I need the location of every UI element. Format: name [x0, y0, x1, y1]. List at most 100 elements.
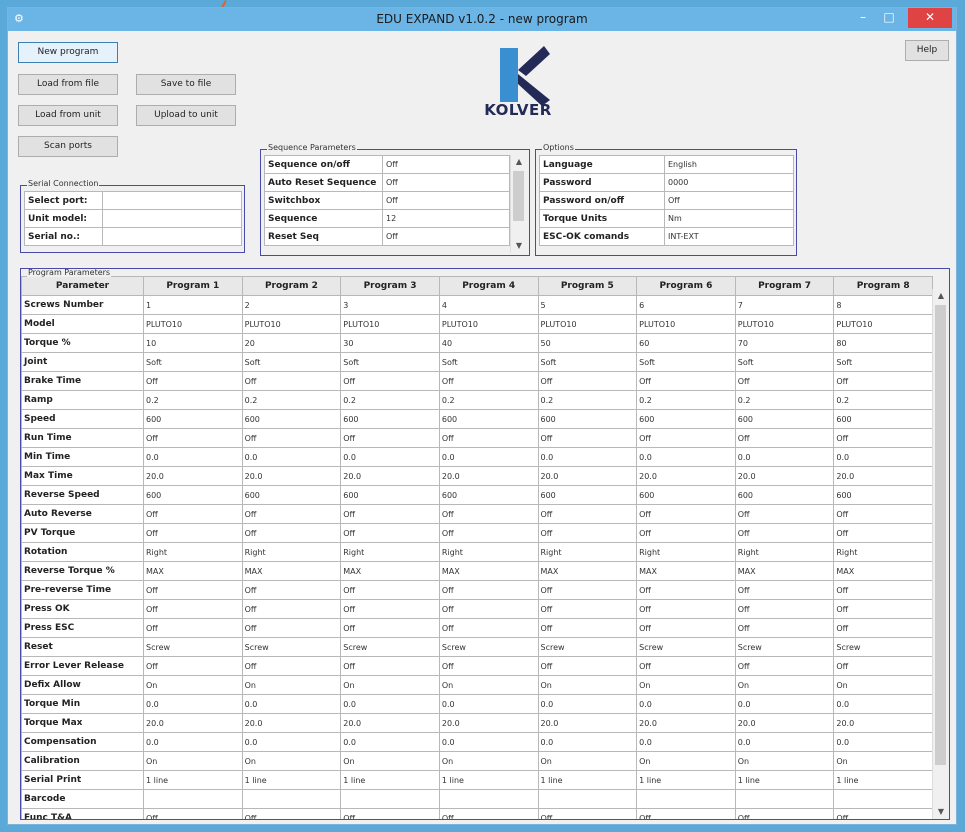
program-cell[interactable]: 0.0: [143, 694, 243, 714]
program-cell[interactable]: Soft: [734, 352, 835, 372]
program-cell[interactable]: Off: [241, 580, 342, 600]
program-cell[interactable]: PLUTO10: [833, 314, 933, 334]
scroll-down-icon[interactable]: ▼: [511, 239, 527, 253]
program-cell[interactable]: Screw: [241, 637, 342, 657]
sequence-scrollbar[interactable]: ▲ ▼: [510, 155, 527, 253]
program-cell[interactable]: 1 line: [143, 770, 243, 790]
program-cell[interactable]: 2: [241, 295, 342, 315]
program-cell[interactable]: 0.0: [833, 694, 933, 714]
program-cell[interactable]: Soft: [636, 352, 736, 372]
program-cell[interactable]: MAX: [537, 561, 638, 581]
program-cell[interactable]: Off: [438, 618, 539, 638]
program-cell[interactable]: PLUTO10: [438, 314, 539, 334]
program-cell[interactable]: Off: [537, 428, 638, 448]
program-cell[interactable]: Off: [734, 808, 835, 819]
param-value[interactable]: Off: [382, 191, 510, 210]
program-cell[interactable]: Off: [734, 371, 835, 391]
program-cell[interactable]: Off: [438, 504, 539, 524]
program-cell[interactable]: 600: [241, 485, 342, 505]
upload-to-unit-button[interactable]: Upload to unit: [136, 105, 236, 126]
program-cell[interactable]: Off: [241, 808, 342, 819]
program-cell[interactable]: 20.0: [537, 713, 638, 733]
program-cell[interactable]: Off: [537, 656, 638, 676]
program-cell[interactable]: Off: [734, 580, 835, 600]
program-cell[interactable]: 1 line: [438, 770, 539, 790]
program-cell[interactable]: Off: [241, 371, 342, 391]
program-cell[interactable]: On: [537, 675, 638, 695]
program-cell[interactable]: 10: [143, 333, 243, 353]
program-cell[interactable]: 7: [734, 295, 835, 315]
program-cell[interactable]: 0.0: [143, 447, 243, 467]
program-cell[interactable]: Soft: [537, 352, 638, 372]
program-cell[interactable]: Off: [833, 599, 933, 619]
program-cell[interactable]: 0.0: [438, 694, 539, 714]
program-cell[interactable]: Off: [636, 656, 736, 676]
program-cell[interactable]: 20.0: [734, 466, 835, 486]
program-cell[interactable]: 0.0: [537, 732, 638, 752]
program-cell[interactable]: On: [143, 675, 243, 695]
program-cell[interactable]: Screw: [340, 637, 440, 657]
program-cell[interactable]: PLUTO10: [734, 314, 835, 334]
program-cell[interactable]: 5: [537, 295, 638, 315]
program-cell[interactable]: [438, 789, 539, 809]
program-cell[interactable]: Off: [537, 618, 638, 638]
program-cell[interactable]: Off: [438, 656, 539, 676]
program-cell[interactable]: Soft: [143, 352, 243, 372]
program-cell[interactable]: PLUTO10: [537, 314, 638, 334]
maximize-button[interactable]: □: [876, 8, 902, 28]
program-cell[interactable]: 0.0: [734, 447, 835, 467]
program-cell[interactable]: MAX: [241, 561, 342, 581]
program-cell[interactable]: 1 line: [241, 770, 342, 790]
program-cell[interactable]: Right: [537, 542, 638, 562]
program-cell[interactable]: Off: [241, 504, 342, 524]
program-cell[interactable]: 0.0: [143, 732, 243, 752]
program-cell[interactable]: Off: [340, 599, 440, 619]
program-cell[interactable]: Off: [143, 808, 243, 819]
program-scrollbar[interactable]: ▲ ▼: [932, 289, 949, 819]
help-button[interactable]: Help: [905, 40, 949, 61]
scroll-thumb[interactable]: [935, 305, 946, 765]
program-cell[interactable]: 0.0: [537, 447, 638, 467]
param-value[interactable]: INT-EXT: [664, 227, 794, 246]
program-cell[interactable]: 600: [438, 409, 539, 429]
program-cell[interactable]: Off: [340, 656, 440, 676]
program-cell[interactable]: Off: [143, 371, 243, 391]
load-from-unit-button[interactable]: Load from unit: [18, 105, 118, 126]
program-cell[interactable]: On: [833, 675, 933, 695]
program-cell[interactable]: 20.0: [833, 466, 933, 486]
program-cell[interactable]: MAX: [340, 561, 440, 581]
program-cell[interactable]: On: [734, 751, 835, 771]
program-cell[interactable]: Off: [636, 523, 736, 543]
program-cell[interactable]: 0.0: [734, 732, 835, 752]
program-cell[interactable]: [537, 789, 638, 809]
program-cell[interactable]: Off: [833, 580, 933, 600]
param-value[interactable]: Off: [664, 191, 794, 210]
program-cell[interactable]: On: [833, 751, 933, 771]
program-cell[interactable]: Soft: [340, 352, 440, 372]
program-cell[interactable]: 600: [438, 485, 539, 505]
program-cell[interactable]: 600: [143, 409, 243, 429]
program-cell[interactable]: Off: [537, 523, 638, 543]
program-cell[interactable]: Off: [636, 371, 736, 391]
program-cell[interactable]: 600: [734, 409, 835, 429]
program-cell[interactable]: MAX: [143, 561, 243, 581]
program-cell[interactable]: 20.0: [438, 466, 539, 486]
program-cell[interactable]: Off: [438, 808, 539, 819]
program-cell[interactable]: Screw: [143, 637, 243, 657]
program-cell[interactable]: 20: [241, 333, 342, 353]
program-cell[interactable]: Off: [537, 371, 638, 391]
program-cell[interactable]: Off: [636, 504, 736, 524]
program-cell[interactable]: Off: [340, 504, 440, 524]
program-cell[interactable]: 20.0: [438, 713, 539, 733]
program-cell[interactable]: PLUTO10: [636, 314, 736, 334]
program-cell[interactable]: On: [438, 675, 539, 695]
program-cell[interactable]: 8: [833, 295, 933, 315]
program-cell[interactable]: 0.0: [241, 447, 342, 467]
program-cell[interactable]: Off: [143, 428, 243, 448]
program-cell[interactable]: PLUTO10: [143, 314, 243, 334]
program-cell[interactable]: 1 line: [636, 770, 736, 790]
program-cell[interactable]: Off: [340, 523, 440, 543]
program-cell[interactable]: 0.0: [636, 694, 736, 714]
program-cell[interactable]: Off: [636, 428, 736, 448]
program-cell[interactable]: 1 line: [734, 770, 835, 790]
